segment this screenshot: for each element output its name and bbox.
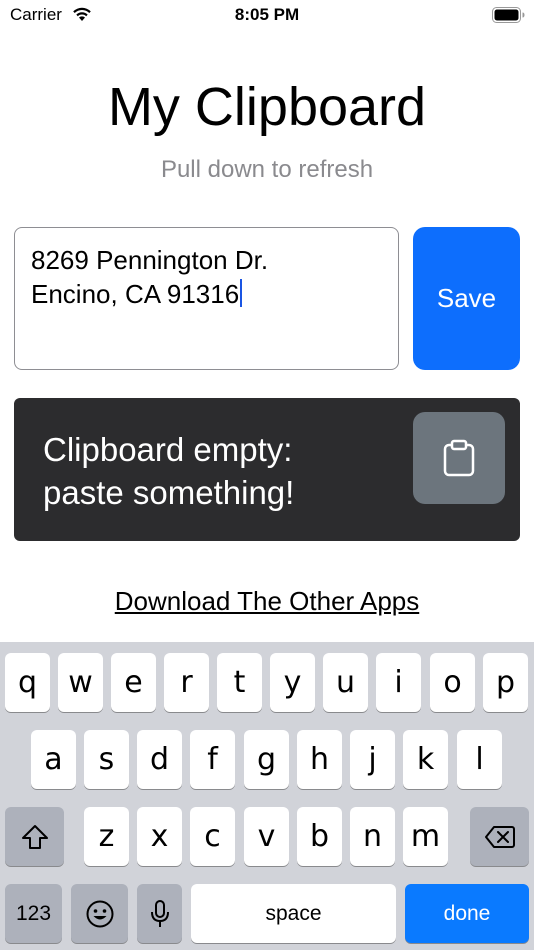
key-x[interactable]: x — [137, 807, 182, 866]
key-n[interactable]: n — [350, 807, 395, 866]
key-d[interactable]: d — [137, 730, 182, 789]
key-z[interactable]: z — [84, 807, 129, 866]
key-k[interactable]: k — [403, 730, 448, 789]
microphone-icon — [150, 899, 169, 927]
key-e[interactable]: e — [111, 653, 156, 712]
key-o[interactable]: o — [430, 653, 475, 712]
clipboard-text-input[interactable]: 8269 Pennington Dr. Encino, CA 91316 — [14, 227, 399, 370]
shift-key[interactable] — [5, 807, 64, 866]
key-w[interactable]: w — [58, 653, 103, 712]
done-key[interactable]: done — [405, 884, 529, 943]
clock: 8:05 PM — [234, 5, 300, 24]
keyboard: q w e r t y u i o p a s d f g h j k l z … — [0, 642, 534, 950]
key-m[interactable]: m — [403, 807, 448, 866]
key-h[interactable]: h — [297, 730, 342, 789]
key-s[interactable]: s — [84, 730, 129, 789]
backspace-icon — [484, 825, 515, 848]
key-i[interactable]: i — [376, 653, 421, 712]
microphone-key[interactable] — [137, 884, 182, 943]
clipboard-status-line-1: Clipboard empty: — [43, 431, 293, 468]
key-b[interactable]: b — [297, 807, 342, 866]
key-v[interactable]: v — [244, 807, 289, 866]
key-f[interactable]: f — [190, 730, 235, 789]
key-p[interactable]: p — [483, 653, 528, 712]
shift-icon — [21, 824, 48, 849]
download-other-apps-link[interactable]: Download The Other Apps — [0, 586, 534, 617]
key-g[interactable]: g — [244, 730, 289, 789]
input-line-1: 8269 Pennington Dr. — [31, 245, 269, 275]
key-q[interactable]: q — [5, 653, 50, 712]
clipboard-status: Clipboard empty: paste something! — [43, 428, 294, 514]
text-cursor — [240, 279, 243, 307]
input-line-2: Encino, CA 91316 — [31, 279, 240, 309]
numbers-key[interactable]: 123 — [5, 884, 62, 943]
key-l[interactable]: l — [457, 730, 502, 789]
emoji-icon — [86, 900, 113, 927]
paste-button[interactable] — [413, 412, 505, 504]
page-title: My Clipboard — [107, 77, 427, 137]
clipboard-card: Clipboard empty: paste something! — [14, 398, 520, 541]
key-j[interactable]: j — [350, 730, 395, 789]
key-r[interactable]: r — [164, 653, 209, 712]
key-y[interactable]: y — [270, 653, 315, 712]
key-a[interactable]: a — [31, 730, 76, 789]
key-t[interactable]: t — [217, 653, 262, 712]
refresh-hint: Pull down to refresh — [160, 156, 374, 183]
key-c[interactable]: c — [190, 807, 235, 866]
status-bar: Carrier 8:05 PM — [0, 0, 534, 32]
battery-icon — [492, 7, 525, 23]
backspace-key[interactable] — [470, 807, 529, 866]
clipboard-icon — [443, 439, 475, 477]
emoji-key[interactable] — [71, 884, 128, 943]
save-button[interactable]: Save — [413, 227, 520, 370]
key-u[interactable]: u — [323, 653, 368, 712]
space-key[interactable]: space — [191, 884, 396, 943]
clipboard-status-line-2: paste something! — [43, 474, 295, 511]
